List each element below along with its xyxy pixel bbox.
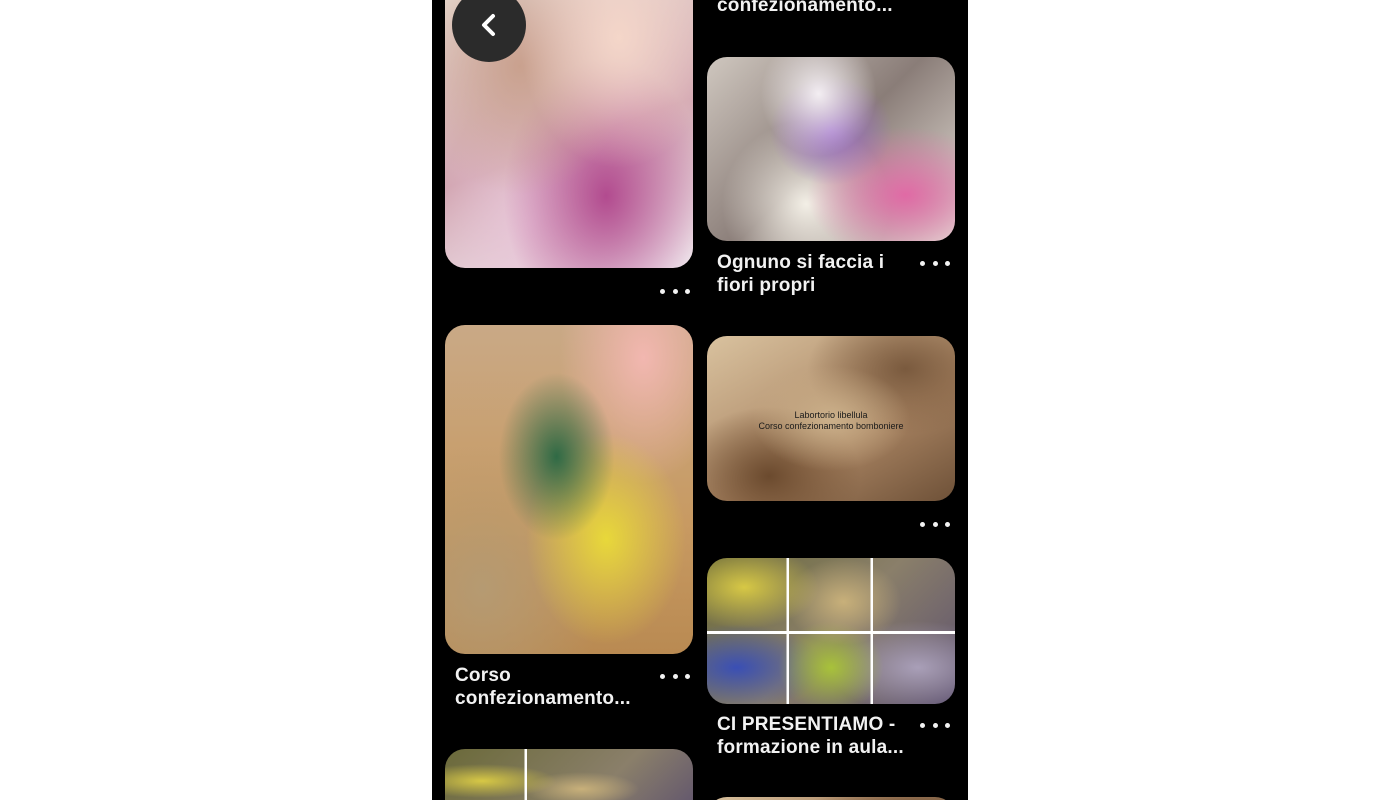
more-options-button[interactable]: [660, 284, 690, 298]
more-options-button[interactable]: [920, 517, 950, 531]
image-caption: Labortorio libellula Corso confezionamen…: [758, 410, 904, 431]
chevron-left-icon: [482, 14, 495, 36]
pin-image-collage-partial[interactable]: [445, 749, 693, 800]
more-options-button[interactable]: [660, 669, 690, 683]
more-options-button[interactable]: [920, 718, 950, 732]
pin-image-favor-bag[interactable]: [445, 325, 693, 654]
pin-image-flowers-workshop[interactable]: [707, 57, 955, 241]
more-dots-icon: [920, 521, 925, 527]
more-options-button[interactable]: [920, 256, 950, 270]
more-dots-icon: [920, 722, 925, 728]
pin-title[interactable]: Corso confezionamento...: [455, 664, 655, 710]
pin-image-collage[interactable]: [707, 558, 955, 704]
pin-feed: confezionamento... Ognuno si faccia i fi…: [432, 0, 968, 800]
pin-title-partial[interactable]: confezionamento...: [717, 0, 893, 17]
more-dots-icon: [920, 260, 925, 266]
pin-image-book[interactable]: Labortorio libellula Corso confezionamen…: [707, 336, 955, 501]
more-dots-icon: [660, 288, 665, 294]
more-dots-icon: [660, 673, 665, 679]
pin-title[interactable]: Ognuno si faccia i fiori propri: [717, 251, 907, 297]
pin-title[interactable]: CI PRESENTIAMO - formazione in aula...: [717, 713, 917, 759]
